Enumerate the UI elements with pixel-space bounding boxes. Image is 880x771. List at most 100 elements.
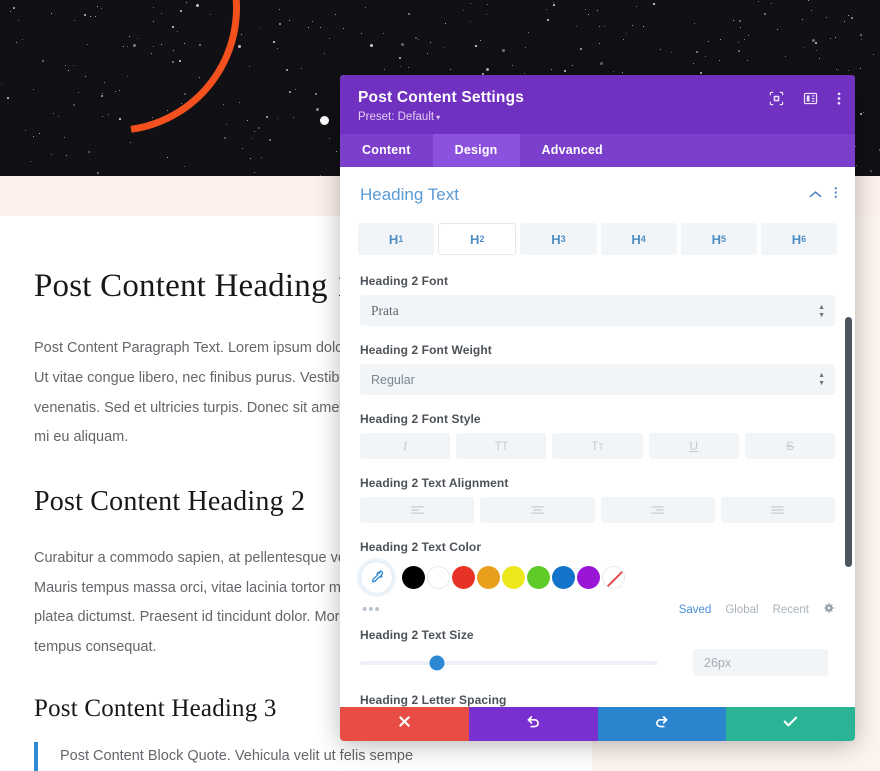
color-source-tabs: Saved Global Recent xyxy=(679,602,835,617)
heading-level-h2[interactable]: H2 xyxy=(438,223,517,255)
color-swatch-row xyxy=(340,561,855,594)
heading-level-h3[interactable]: H3 xyxy=(520,223,597,255)
close-icon xyxy=(398,715,411,733)
heading-font-style-field: Heading 2 Font Style I TT TT U S xyxy=(340,412,855,459)
heading-font-weight-value: Regular xyxy=(371,372,415,387)
section-controls xyxy=(809,186,838,204)
modal-title: Post Content Settings xyxy=(358,89,525,106)
h5-sub: 5 xyxy=(720,234,726,244)
heading-font-weight-label: Heading 2 Font Weight xyxy=(360,343,492,357)
swatch-purple[interactable] xyxy=(577,566,600,589)
font-style-button-group: I TT TT U S xyxy=(360,433,836,459)
text-alignment-button-group xyxy=(360,497,835,523)
check-icon xyxy=(783,715,798,733)
uppercase-icon[interactable]: TT xyxy=(456,433,547,459)
undo-button[interactable] xyxy=(468,707,598,741)
align-right-icon[interactable] xyxy=(600,497,715,523)
preset-selector[interactable]: Preset: Default ▾ xyxy=(358,111,837,123)
cancel-button[interactable] xyxy=(340,707,469,741)
heading-level-h6[interactable]: H6 xyxy=(760,223,838,255)
h3-sub: 3 xyxy=(560,234,566,244)
preset-label: Preset: Default xyxy=(358,111,435,123)
modal-header-icons xyxy=(769,91,841,111)
color-tab-saved[interactable]: Saved xyxy=(679,604,712,616)
swatch-orange[interactable] xyxy=(477,566,500,589)
heading-font-label: Heading 2 Font xyxy=(360,274,449,288)
focus-icon[interactable] xyxy=(769,91,784,111)
heading-text-section-header: Heading Text xyxy=(340,183,855,205)
modal-scrollbar-thumb[interactable] xyxy=(845,317,852,567)
app-root: Post Content Heading 1 Post Content Para… xyxy=(0,0,880,771)
modal-header: Post Content Settings Preset: Default ▾ xyxy=(340,75,855,134)
white-dot-decoration xyxy=(320,116,329,125)
text-size-slider-row: 26px xyxy=(340,649,855,676)
tab-design[interactable]: Design xyxy=(432,134,520,167)
more-vertical-icon[interactable] xyxy=(834,186,838,204)
italic-icon[interactable]: I xyxy=(360,433,451,459)
swatch-black[interactable] xyxy=(402,566,425,589)
heading-level-toggle-group: H1 H2 H3 H4 H5 H6 xyxy=(340,223,855,255)
post-blockquote: Post Content Block Quote. Vehicula velit… xyxy=(34,742,846,771)
post-content-settings-modal[interactable]: Post Content Settings Preset: Default▾ xyxy=(340,75,855,741)
redo-icon xyxy=(654,714,669,734)
underline-icon[interactable]: U xyxy=(648,433,739,459)
heading-text-color-field: Heading 2 Text Color ••• Saved Global Re… xyxy=(340,540,855,618)
h6-sub: 6 xyxy=(801,234,807,244)
text-size-slider-knob[interactable] xyxy=(429,655,445,670)
redo-button[interactable] xyxy=(597,707,727,741)
h1-sub: 1 xyxy=(398,234,404,244)
h3-label: H xyxy=(551,231,561,247)
strikethrough-icon[interactable]: S xyxy=(744,433,836,459)
swatch-green[interactable] xyxy=(527,566,550,589)
eyedropper-icon[interactable] xyxy=(360,561,393,594)
swatch-white[interactable] xyxy=(427,566,450,589)
heading-font-select[interactable]: Prata ▲ ▼ xyxy=(360,295,835,326)
text-size-slider-track[interactable] xyxy=(360,655,657,670)
modal-body: Heading Text H 1 H 2 H 3 H 4 H 5 H 6 Hea… xyxy=(340,167,855,707)
h4-label: H xyxy=(631,231,641,247)
heading-text-size-field: Heading 2 Text Size 26px xyxy=(340,628,855,676)
capitalize-icon[interactable]: TT xyxy=(552,433,643,459)
tab-content[interactable]: Content xyxy=(340,134,433,167)
chevron-down-icon: ▾ xyxy=(436,113,441,122)
chevron-up-icon[interactable] xyxy=(809,186,822,204)
blockquote-line-1: Post Content Block Quote. Vehicula velit… xyxy=(60,748,414,765)
section-title: Heading Text xyxy=(360,185,459,204)
spinner-icon: ▲ ▼ xyxy=(818,302,825,319)
h4-sub: 4 xyxy=(640,234,646,244)
swatch-blue[interactable] xyxy=(552,566,575,589)
modal-action-bar xyxy=(340,707,855,741)
heading-text-alignment-field: Heading 2 Text Alignment xyxy=(340,476,855,523)
settings-scroll-area: Heading Text H 1 H 2 H 3 H 4 H 5 H 6 Hea… xyxy=(340,167,855,707)
align-center-icon[interactable] xyxy=(480,497,595,523)
text-size-value-input[interactable]: 26px xyxy=(693,649,828,676)
heading-font-weight-select[interactable]: Regular ▲ ▼ xyxy=(360,364,835,395)
heading-level-h5[interactable]: H5 xyxy=(680,223,757,255)
swatch-transparent[interactable] xyxy=(602,566,625,589)
undo-icon xyxy=(526,714,541,734)
more-colors-icon[interactable]: ••• xyxy=(362,601,381,618)
h5-label: H xyxy=(711,231,721,247)
heading-text-size-label: Heading 2 Text Size xyxy=(360,628,474,642)
align-left-icon[interactable] xyxy=(360,497,475,523)
swatch-yellow[interactable] xyxy=(502,566,525,589)
heading-text-color-label: Heading 2 Text Color xyxy=(360,540,482,554)
modal-tabs: Content Design Advanced xyxy=(340,134,855,167)
gear-icon[interactable] xyxy=(823,602,835,617)
swatch-red[interactable] xyxy=(452,566,475,589)
heading-letter-spacing-field: Heading 2 Letter Spacing 0px xyxy=(340,693,855,707)
align-justify-icon[interactable] xyxy=(720,497,835,523)
color-tab-recent[interactable]: Recent xyxy=(773,604,809,616)
layout-panel-icon[interactable] xyxy=(803,91,818,111)
heading-level-h1[interactable]: H1 xyxy=(358,223,435,255)
color-picker-meta-row: ••• Saved Global Recent xyxy=(340,594,855,618)
color-tab-global[interactable]: Global xyxy=(725,604,758,616)
save-button[interactable] xyxy=(726,707,855,741)
tab-advanced[interactable]: Advanced xyxy=(520,134,625,167)
heading-font-value: Prata xyxy=(371,302,399,318)
spinner-icon: ▲ ▼ xyxy=(818,371,825,387)
heading-text-alignment-label: Heading 2 Text Alignment xyxy=(360,476,509,490)
heading-font-field: Heading 2 Font Prata ▲ ▼ xyxy=(340,274,855,326)
more-vertical-icon[interactable] xyxy=(837,91,841,111)
heading-level-h4[interactable]: H4 xyxy=(600,223,677,255)
